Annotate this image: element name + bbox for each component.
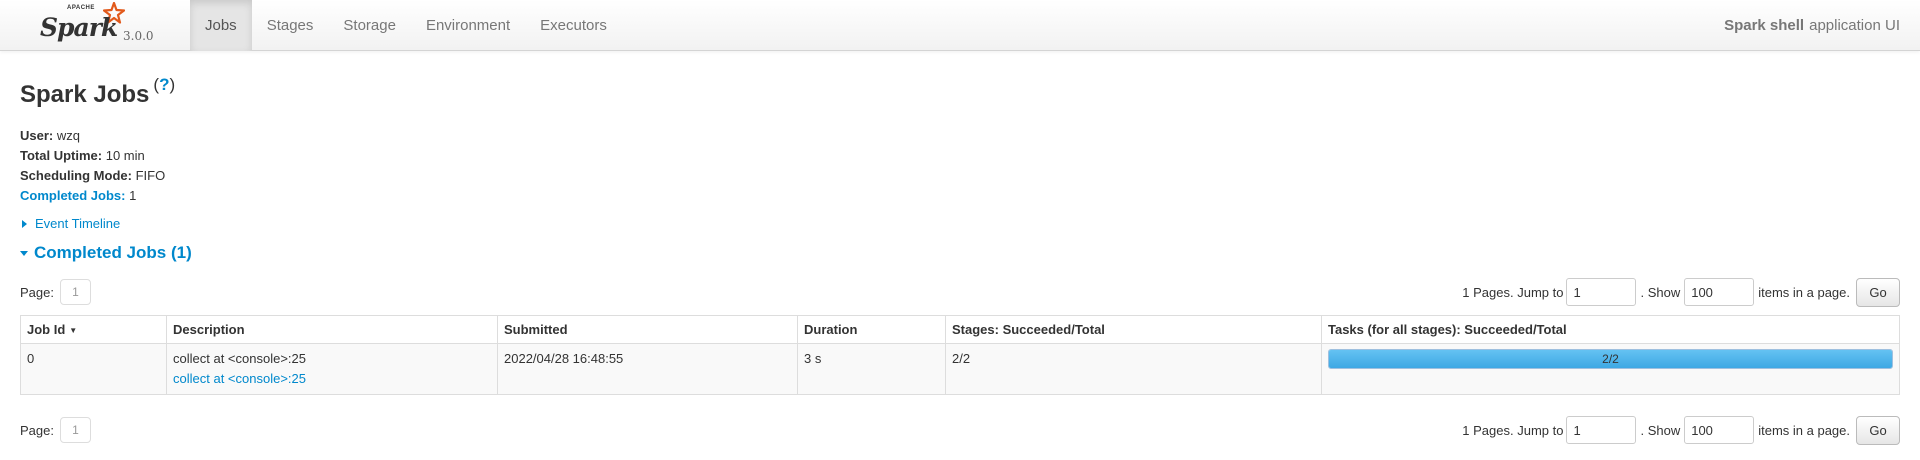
show-label: . Show bbox=[1640, 422, 1681, 438]
spark-version: 3.0.0 bbox=[123, 29, 154, 43]
tasks-progress-bar: 2/2 bbox=[1328, 349, 1893, 369]
summary-uptime: Total Uptime: 10 min bbox=[20, 148, 145, 163]
col-submitted[interactable]: Submitted bbox=[497, 315, 798, 344]
app-suffix: application UI bbox=[1809, 17, 1900, 34]
tab-executors[interactable]: Executors bbox=[525, 0, 622, 51]
col-job-id[interactable]: Job Id ▼ bbox=[20, 315, 167, 344]
tasks-progress-text: 2/2 bbox=[1602, 352, 1619, 366]
paging-bottom: Page: 1 1 Pages. Jump to . Show items in… bbox=[20, 415, 1900, 445]
sort-desc-icon: ▼ bbox=[69, 326, 78, 336]
go-button[interactable]: Go bbox=[1856, 277, 1900, 307]
page-number-button[interactable]: 1 bbox=[59, 279, 91, 305]
page-title: Spark Jobs (?) bbox=[20, 75, 1900, 109]
items-per-page-label: items in a page. bbox=[1758, 422, 1850, 438]
logo-spark-text: Spark bbox=[40, 13, 118, 42]
col-tasks[interactable]: Tasks (for all stages): Succeeded/Total bbox=[1321, 315, 1900, 344]
logo-apache-text: APACHE bbox=[67, 5, 95, 11]
caret-down-icon bbox=[20, 250, 28, 256]
items-per-page-label: items in a page. bbox=[1758, 284, 1850, 300]
col-description[interactable]: Description bbox=[166, 315, 498, 344]
spark-logo[interactable]: APACHE Spark 3.0.0 bbox=[38, 2, 158, 48]
page-size-input[interactable] bbox=[1684, 416, 1755, 444]
cell-submitted: 2022/04/28 16:48:55 bbox=[497, 343, 798, 395]
job-summary: User: wzq Total Uptime: 10 min Schedulin… bbox=[20, 126, 1900, 206]
cell-job-id: 0 bbox=[20, 343, 167, 395]
page-label: Page: bbox=[20, 422, 54, 438]
completed-jobs-heading: Completed Jobs (1) bbox=[34, 243, 192, 262]
description-text: collect at <console>:25 bbox=[173, 351, 306, 366]
top-navbar: APACHE Spark 3.0.0 Jobs Stages Storage E… bbox=[0, 0, 1920, 51]
main-content: Spark Jobs (?) User: wzq Total Uptime: 1… bbox=[0, 75, 1920, 445]
caret-right-icon bbox=[22, 219, 27, 228]
cell-stages: 2/2 bbox=[945, 343, 1322, 395]
table-row: 0 collect at <console>:25 collect at <co… bbox=[20, 343, 1900, 395]
cell-duration: 3 s bbox=[797, 343, 946, 395]
show-label: . Show bbox=[1640, 284, 1681, 300]
summary-completed-jobs: Completed Jobs: 1 bbox=[20, 188, 137, 203]
table-header-row: Job Id ▼ Description Submitted Duration S… bbox=[20, 315, 1900, 344]
jump-to-page-input[interactable] bbox=[1566, 278, 1637, 306]
go-button[interactable]: Go bbox=[1856, 415, 1900, 445]
jump-to-page-input[interactable] bbox=[1566, 416, 1637, 444]
job-description-link[interactable]: collect at <console>:25 bbox=[173, 371, 306, 386]
summary-user: User: wzq bbox=[20, 128, 80, 143]
page-size-input[interactable] bbox=[1684, 278, 1755, 306]
page-title-text: Spark Jobs bbox=[20, 81, 150, 108]
page-label: Page: bbox=[20, 284, 54, 300]
help-tooltip-icon[interactable]: (?) bbox=[153, 75, 175, 95]
app-name: Spark shell bbox=[1724, 17, 1805, 34]
tab-stages[interactable]: Stages bbox=[252, 0, 329, 51]
pages-jump-label: 1 Pages. Jump to bbox=[1462, 422, 1564, 438]
summary-scheduling-mode: Scheduling Mode: FIFO bbox=[20, 168, 166, 183]
event-timeline-toggle[interactable]: Event Timeline bbox=[20, 216, 1900, 231]
application-title: Spark shell application UI bbox=[1724, 0, 1900, 51]
cell-tasks: 2/2 bbox=[1321, 343, 1900, 395]
event-timeline-label: Event Timeline bbox=[35, 216, 121, 231]
col-duration[interactable]: Duration bbox=[797, 315, 946, 344]
nav-tabs: Jobs Stages Storage Environment Executor… bbox=[190, 0, 622, 51]
completed-jobs-table: Job Id ▼ Description Submitted Duration S… bbox=[20, 315, 1900, 395]
tab-jobs[interactable]: Jobs bbox=[190, 0, 252, 51]
tab-storage[interactable]: Storage bbox=[328, 0, 411, 51]
cell-description: collect at <console>:25 collect at <cons… bbox=[166, 343, 498, 395]
completed-jobs-toggle[interactable]: Completed Jobs (1) bbox=[20, 243, 1900, 263]
completed-jobs-link[interactable]: Completed Jobs: bbox=[20, 188, 125, 203]
page-number-button[interactable]: 1 bbox=[59, 417, 91, 443]
pages-jump-label: 1 Pages. Jump to bbox=[1462, 284, 1564, 300]
col-stages[interactable]: Stages: Succeeded/Total bbox=[945, 315, 1322, 344]
paging-top: Page: 1 1 Pages. Jump to . Show items in… bbox=[20, 277, 1900, 307]
tab-environment[interactable]: Environment bbox=[411, 0, 525, 51]
